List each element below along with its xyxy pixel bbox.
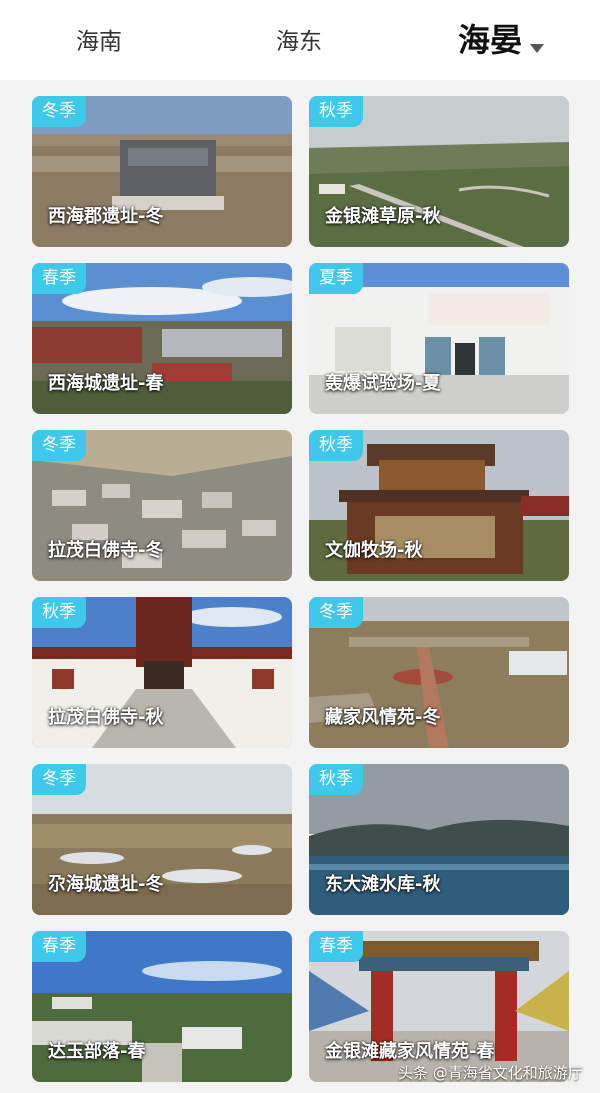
season-badge: 冬季 [32, 764, 86, 795]
season-badge: 秋季 [309, 430, 363, 461]
season-badge: 冬季 [32, 96, 86, 127]
card-title: 西海城遗址-春 [48, 373, 164, 394]
scenic-card[interactable]: 春季 达玉部落-春 [32, 931, 292, 1082]
season-badge: 秋季 [309, 96, 363, 127]
scenic-card[interactable]: 夏季 轰爆试验场-夏 [309, 263, 569, 414]
region-tab-bar: 海南 海东 海晏 [0, 0, 600, 80]
card-title: 拉茂白佛寺-秋 [48, 707, 164, 728]
season-badge: 春季 [32, 263, 86, 294]
season-badge: 冬季 [309, 597, 363, 628]
season-badge: 冬季 [32, 430, 86, 461]
season-badge: 春季 [32, 931, 86, 962]
scenic-card[interactable]: 冬季 西海郡遗址-冬 [32, 96, 292, 247]
scenic-card[interactable]: 秋季 文伽牧场-秋 [309, 430, 569, 581]
scenic-card[interactable]: 冬季 拉茂白佛寺-冬 [32, 430, 292, 581]
season-badge: 秋季 [309, 764, 363, 795]
card-title: 达玉部落-春 [48, 1041, 146, 1062]
tab-hainan[interactable]: 海南 [76, 22, 122, 62]
tab-haidong[interactable]: 海东 [276, 22, 322, 62]
card-title: 金银滩藏家风情苑-春 [325, 1041, 495, 1062]
card-title: 尕海城遗址-冬 [48, 874, 164, 895]
tab-haiyan[interactable]: 海晏 [458, 20, 522, 60]
scenic-card[interactable]: 秋季 金银滩草原-秋 [309, 96, 569, 247]
scenic-card[interactable]: 秋季 东大滩水库-秋 [309, 764, 569, 915]
season-badge: 春季 [309, 931, 363, 962]
season-badge: 秋季 [32, 597, 86, 628]
watermark-text: 头条 @青海省文化和旅游厅 [398, 1064, 583, 1082]
season-badge: 夏季 [309, 263, 363, 294]
card-title: 西海郡遗址-冬 [48, 206, 164, 227]
card-title: 文伽牧场-秋 [325, 540, 423, 561]
card-title: 东大滩水库-秋 [325, 874, 441, 895]
card-title: 金银滩草原-秋 [325, 206, 441, 227]
scenic-card[interactable]: 春季 金银滩藏家风情苑-春 [309, 931, 569, 1082]
scenic-card[interactable]: 冬季 尕海城遗址-冬 [32, 764, 292, 915]
card-title: 拉茂白佛寺-冬 [48, 540, 164, 561]
card-title: 轰爆试验场-夏 [325, 373, 441, 394]
scenic-card[interactable]: 冬季 藏家风情苑-冬 [309, 597, 569, 748]
scenic-card[interactable]: 秋季 拉茂白佛寺-秋 [32, 597, 292, 748]
card-title: 藏家风情苑-冬 [325, 707, 441, 728]
chevron-down-icon[interactable] [530, 44, 544, 53]
scenic-card[interactable]: 春季 西海城遗址-春 [32, 263, 292, 414]
